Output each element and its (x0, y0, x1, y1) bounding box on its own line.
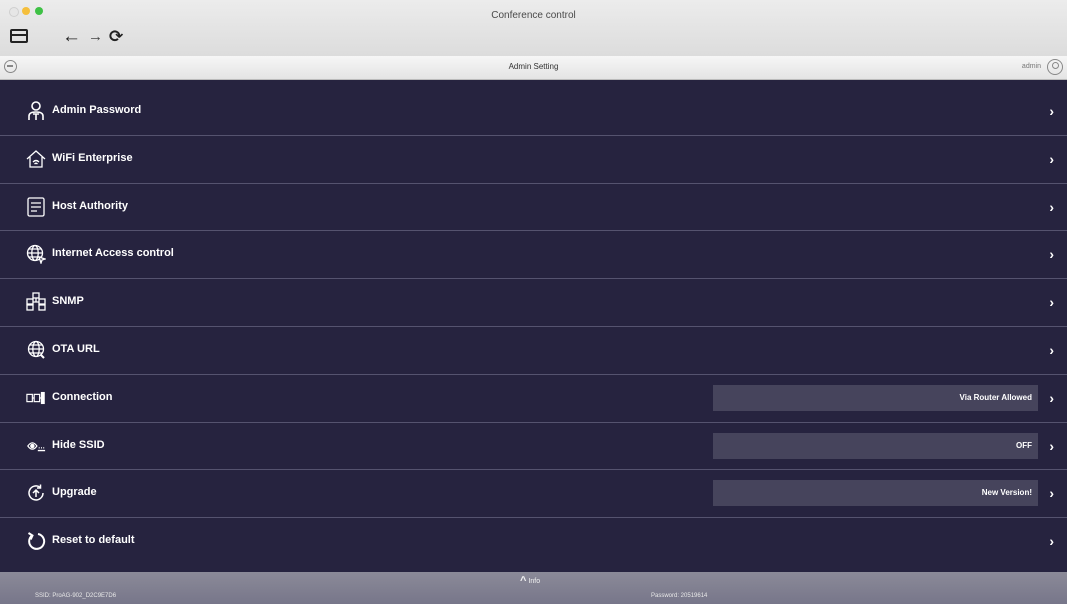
chevron-right-icon: › (1049, 150, 1054, 167)
settings-item-label: Reset to default (52, 534, 135, 547)
settings-item-admin-password[interactable]: Admin Password › (0, 88, 1067, 136)
user-name: admin (1021, 63, 1041, 70)
app-window: Conference control ← → ⟳ Admin Setting a… (0, 0, 1067, 604)
page-title: Admin Setting (508, 62, 559, 71)
settings-item-internet-access-control[interactable]: Internet Access control › (0, 231, 1067, 280)
settings-item-reset-to-default[interactable]: Reset to default › (0, 518, 1067, 566)
admin-user-icon (26, 101, 46, 121)
info-footer: ^ Info SSID: ProAG-902_D2C9E7D6 Password:… (0, 572, 1067, 604)
hide-ssid-icon (26, 436, 46, 456)
title-bar: Conference control ← → ⟳ (0, 0, 1067, 56)
settings-item-connection[interactable]: Connection Via Router Allowed › (0, 375, 1067, 423)
connection-value: Via Router Allowed (713, 384, 1038, 411)
settings-item-wifi-enterprise[interactable]: WiFi Enterprise › (0, 136, 1067, 184)
info-label: Info (528, 578, 541, 585)
chevron-right-icon: › (1049, 294, 1054, 311)
chevron-right-icon: › (1049, 485, 1054, 502)
chevron-right-icon: › (1049, 198, 1054, 215)
settings-item-label: WiFi Enterprise (52, 151, 133, 164)
settings-item-label: Upgrade (52, 486, 97, 499)
settings-item-label: OTA URL (52, 342, 100, 355)
settings-item-ota-url[interactable]: OTA URL › (0, 327, 1067, 375)
settings-item-label: Admin Password (52, 104, 142, 116)
chevron-right-icon: › (1049, 341, 1054, 358)
settings-list: Admin Password › WiFi Enterprise › Host … (0, 88, 1067, 566)
chevron-right-icon: › (1049, 246, 1054, 263)
settings-item-hide-ssid[interactable]: Hide SSID OFF › (0, 423, 1067, 471)
chevron-right-icon: › (1049, 103, 1054, 119)
document-list-icon (26, 196, 46, 217)
upgrade-value: New Version! (713, 480, 1038, 507)
user-icon[interactable] (1047, 59, 1063, 75)
settings-item-host-authority[interactable]: Host Authority › (0, 184, 1067, 232)
settings-item-label: Connection (52, 390, 113, 403)
chevron-right-icon: › (1049, 389, 1054, 406)
window-title: Conference control (491, 10, 576, 21)
ssid-text: SSID: ProAG-902_D2C9E7D6 (35, 593, 117, 599)
chevron-up-icon: ^ (520, 575, 527, 587)
reset-icon (26, 531, 46, 551)
nav-bar: Admin Setting admin (0, 56, 1067, 80)
connection-icon (26, 388, 46, 408)
globe-icon (26, 340, 46, 360)
chevron-right-icon: › (1049, 437, 1054, 454)
reload-button[interactable]: ⟳ (109, 26, 123, 48)
network-nodes-icon (26, 292, 46, 312)
chevron-right-icon: › (1049, 533, 1054, 550)
upgrade-icon (26, 483, 46, 503)
settings-item-snmp[interactable]: SNMP › (0, 279, 1067, 327)
password-text: Password: 20519614 (651, 593, 708, 599)
settings-item-label: SNMP (52, 295, 84, 308)
back-button[interactable]: ← (62, 26, 81, 48)
settings-item-label: Internet Access control (52, 247, 174, 260)
info-toggle[interactable]: ^ Info (520, 575, 540, 587)
settings-item-label: Host Authority (52, 199, 128, 212)
forward-button[interactable]: → (88, 26, 103, 48)
globe-cursor-icon (26, 244, 46, 265)
sidebar-toggle-icon[interactable] (10, 29, 28, 43)
hide-ssid-value: OFF (713, 432, 1038, 459)
settings-item-label: Hide SSID (52, 438, 105, 451)
settings-item-upgrade[interactable]: Upgrade New Version! › (0, 470, 1067, 519)
house-wifi-icon (26, 149, 46, 169)
